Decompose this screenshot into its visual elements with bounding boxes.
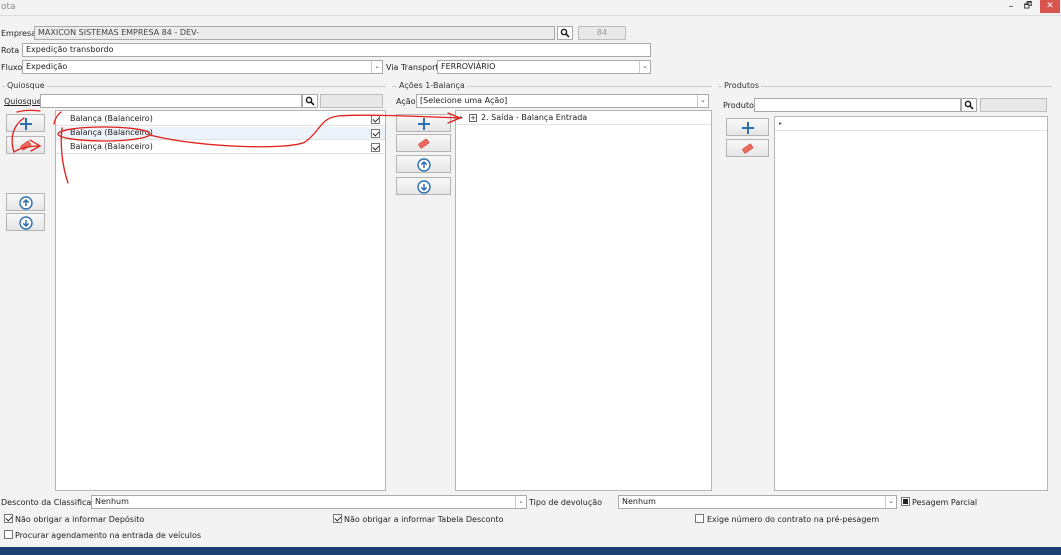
devolucao-value: Nenhum bbox=[622, 497, 656, 506]
via-label: Via Transporte bbox=[386, 63, 444, 72]
list-item-label: Balança (Balanceiro) bbox=[70, 128, 153, 137]
acoes-tree: ▸ + 2. Saída - Balança Entrada bbox=[455, 110, 712, 491]
move-down-quiosque-button[interactable] bbox=[6, 213, 45, 231]
close-button[interactable]: ✕ bbox=[1040, 0, 1060, 13]
acao-label: Ação bbox=[396, 97, 416, 106]
quiosque-input[interactable] bbox=[40, 94, 302, 108]
list-item-label: Balança (Balanceiro) bbox=[70, 114, 153, 123]
exige-contrato-label: Exige número do contrato na pré-pesagem bbox=[707, 515, 880, 524]
list-item-checkbox[interactable] bbox=[371, 143, 380, 152]
produtos-group-title: Produtos bbox=[722, 81, 762, 90]
quiosque-group-title: Quiosque bbox=[5, 81, 47, 90]
chevron-down-icon: ⌄ bbox=[515, 496, 526, 508]
minimize-button[interactable]: – bbox=[1004, 0, 1018, 14]
produto-label: Produto bbox=[723, 101, 754, 110]
add-quiosque-button[interactable] bbox=[6, 114, 45, 132]
quiosque-search-button[interactable] bbox=[302, 94, 318, 108]
acoes-group-title: Ações 1-Balança bbox=[397, 81, 467, 90]
tree-item[interactable]: ▸ + 2. Saída - Balança Entrada bbox=[456, 112, 711, 125]
remove-produto-button[interactable] bbox=[726, 139, 769, 157]
rota-label: Rota bbox=[1, 46, 20, 55]
list-item-checkbox[interactable] bbox=[371, 115, 380, 124]
acao-select[interactable]: [Selecione uma Ação] ⌄ bbox=[416, 94, 709, 108]
fluxo-value: Expedição bbox=[26, 62, 68, 71]
procurar-agendamento-label: Procurar agendamento na entrada de veícu… bbox=[15, 531, 202, 540]
nao-tabela-label: Não obrigar a informar Tabela Desconto bbox=[344, 515, 504, 524]
pesagem-parcial-label: Pesagem Parcial bbox=[912, 498, 978, 507]
fluxo-select[interactable]: Expedição ⌄ bbox=[22, 60, 383, 74]
remove-quiosque-button[interactable] bbox=[6, 136, 45, 154]
quiosque-code-field bbox=[320, 94, 383, 108]
devolucao-label: Tipo de devolução bbox=[529, 498, 603, 507]
move-up-acao-button[interactable] bbox=[396, 155, 451, 173]
window-title: ota bbox=[1, 2, 16, 12]
quiosque-list: Balança (Balanceiro) Balança (Balanceiro… bbox=[55, 110, 386, 491]
desconto-value: Nenhum bbox=[95, 497, 129, 506]
devolucao-select[interactable]: Nenhum ⌄ bbox=[618, 495, 897, 509]
nao-deposito-label: Não obrigar a informar Depósito bbox=[15, 515, 145, 524]
search-icon bbox=[305, 96, 315, 106]
row-indicator-icon: ▸ bbox=[779, 120, 783, 127]
list-item[interactable]: Balança (Balanceiro) bbox=[56, 127, 385, 140]
empresa-field[interactable]: MAXICON SISTEMAS EMPRESA 84 - DEV- bbox=[34, 26, 555, 40]
eraser-icon bbox=[20, 140, 32, 151]
rota-field[interactable]: Expedição transbordo bbox=[22, 43, 651, 57]
chevron-down-icon: ⌄ bbox=[639, 61, 650, 73]
chevron-down-icon: ⌄ bbox=[371, 61, 382, 73]
move-up-quiosque-button[interactable] bbox=[6, 193, 45, 211]
add-produto-button[interactable] bbox=[726, 118, 769, 136]
search-icon bbox=[560, 28, 570, 38]
taskbar bbox=[0, 547, 1061, 555]
arrow-down-icon bbox=[19, 216, 33, 230]
empresa-label: Empresa bbox=[1, 29, 37, 38]
add-acao-button[interactable] bbox=[396, 114, 451, 132]
empresa-search-button[interactable] bbox=[557, 26, 573, 40]
via-select[interactable]: FERROVIÁRIO ⌄ bbox=[437, 60, 651, 74]
desconto-label: Desconto da Classificação bbox=[1, 498, 106, 507]
eraser-icon bbox=[742, 143, 754, 154]
move-down-acao-button[interactable] bbox=[396, 177, 451, 195]
procurar-agendamento-checkbox[interactable] bbox=[4, 530, 13, 539]
via-value: FERROVIÁRIO bbox=[441, 62, 496, 71]
arrow-down-icon bbox=[417, 180, 431, 194]
tree-item-label: 2. Saída - Balança Entrada bbox=[481, 113, 588, 122]
empresa-code-field: 84 bbox=[578, 26, 626, 40]
annotation-pointer-line bbox=[16, 109, 41, 113]
plus-icon bbox=[742, 122, 754, 134]
plus-icon bbox=[418, 118, 430, 130]
chevron-down-icon: ⌄ bbox=[885, 496, 896, 508]
produto-input[interactable] bbox=[754, 98, 961, 112]
acao-value: [Selecione uma Ação] bbox=[420, 96, 508, 105]
produtos-list: ▸ bbox=[774, 116, 1048, 491]
expand-icon[interactable]: + bbox=[469, 114, 477, 122]
title-bar: ota – 🗗 ✕ bbox=[0, 0, 1061, 16]
list-header-row: ▸ bbox=[775, 118, 1047, 131]
exige-contrato-checkbox[interactable] bbox=[695, 514, 704, 523]
pesagem-parcial-checkbox[interactable] bbox=[901, 497, 910, 506]
list-item-label: Balança (Balanceiro) bbox=[70, 142, 153, 151]
nao-tabela-checkbox[interactable] bbox=[333, 514, 342, 523]
arrow-up-icon bbox=[417, 158, 431, 172]
plus-icon bbox=[20, 118, 32, 130]
search-icon bbox=[964, 100, 974, 110]
produto-code-field bbox=[980, 98, 1047, 112]
quiosque-label: Quiosque bbox=[4, 97, 42, 106]
fluxo-label: Fluxo bbox=[1, 63, 23, 72]
row-indicator-icon: ▸ bbox=[460, 114, 464, 121]
nao-deposito-checkbox[interactable] bbox=[4, 514, 13, 523]
list-item-checkbox[interactable] bbox=[371, 129, 380, 138]
restore-button[interactable]: 🗗 bbox=[1020, 0, 1036, 14]
desconto-select[interactable]: Nenhum ⌄ bbox=[91, 495, 527, 509]
list-item[interactable]: Balança (Balanceiro) bbox=[56, 113, 385, 126]
remove-acao-button[interactable] bbox=[396, 134, 451, 152]
list-item[interactable]: Balança (Balanceiro) bbox=[56, 141, 385, 154]
chevron-down-icon: ⌄ bbox=[697, 95, 708, 107]
eraser-icon bbox=[418, 138, 430, 149]
arrow-up-icon bbox=[19, 196, 33, 210]
produto-search-button[interactable] bbox=[961, 98, 977, 112]
